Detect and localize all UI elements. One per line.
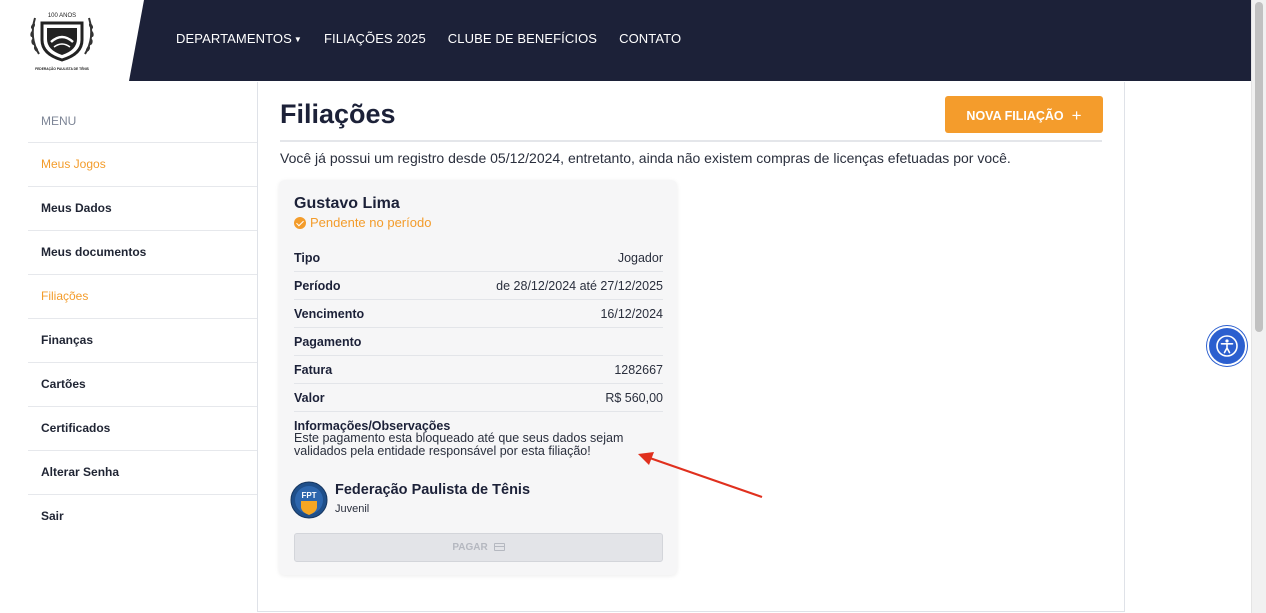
sidebar-item-financas[interactable]: Finanças	[28, 319, 257, 363]
svg-text:100 ANOS: 100 ANOS	[48, 13, 76, 19]
nav-filiacoes-2025[interactable]: FILIAÇÕES 2025	[324, 31, 426, 46]
main-panel: Filiações NOVA FILIAÇÃO + Você já possui …	[257, 82, 1125, 612]
scrollbar-thumb[interactable]	[1255, 2, 1263, 332]
sidebar-item-meus-documentos[interactable]: Meus documentos	[28, 231, 257, 275]
detail-value: 1282667	[614, 362, 663, 377]
main-nav: DEPARTAMENTOS ▼ FILIAÇÕES 2025 CLUBE DE B…	[176, 31, 703, 46]
sidebar-title: MENU	[28, 99, 257, 143]
fpt-crest-icon: 100 ANOS FEDERAÇÃO PAULISTA DE TÊNIS	[30, 13, 94, 71]
detail-key: Fatura	[294, 362, 333, 377]
page-title: Filiações	[280, 99, 396, 129]
member-name: Gustavo Lima	[294, 195, 400, 212]
caret-down-icon: ▼	[293, 35, 302, 44]
nav-departamentos-label: DEPARTAMENTOS	[176, 31, 292, 46]
top-header: 100 ANOS FEDERAÇÃO PAULISTA DE TÊNIS DEP…	[0, 0, 1251, 81]
detail-value: R$ 560,00	[605, 390, 663, 405]
detail-row-vencimento: Vencimento 16/12/2024	[294, 300, 663, 328]
detail-key: Tipo	[294, 250, 321, 265]
organization-category: Juvenil	[335, 503, 370, 515]
status-badge: Pendente no período	[294, 215, 431, 230]
detail-key: Vencimento	[294, 306, 365, 321]
svg-text:FEDERAÇÃO PAULISTA DE TÊNIS: FEDERAÇÃO PAULISTA DE TÊNIS	[35, 66, 90, 71]
detail-value: Jogador	[617, 250, 663, 265]
nav-contato[interactable]: CONTATO	[619, 31, 681, 46]
status-text: Pendente no período	[310, 215, 432, 230]
detail-row-tipo: Tipo Jogador	[294, 244, 663, 272]
detail-key: Pagamento	[294, 334, 362, 349]
nav-clube-beneficios[interactable]: CLUBE DE BENEFÍCIOS	[448, 31, 597, 46]
nav-departamentos[interactable]: DEPARTAMENTOS ▼	[176, 31, 302, 46]
detail-row-pagamento: Pagamento	[294, 328, 663, 356]
fpt-org-logo-icon: FPT	[290, 481, 328, 519]
nova-filiacao-label: NOVA FILIAÇÃO	[966, 109, 1064, 123]
logo[interactable]: 100 ANOS FEDERAÇÃO PAULISTA DE TÊNIS	[0, 0, 144, 81]
sidebar-item-meus-jogos[interactable]: Meus Jogos	[28, 143, 257, 187]
details-table: Tipo Jogador Período de 28/12/2024 até 27/…	[294, 244, 663, 412]
svg-text:FPT: FPT	[301, 491, 316, 500]
sidebar-item-filiacoes[interactable]: Filiações	[28, 275, 257, 319]
sidebar-item-cartoes[interactable]: Cartões	[28, 363, 257, 407]
info-message: Você já possui um registro desde 05/12/2…	[280, 150, 1011, 166]
accessibility-button[interactable]	[1207, 326, 1247, 366]
detail-value: 16/12/2024	[600, 306, 663, 321]
detail-key: Período	[294, 278, 341, 293]
detail-key: Valor	[294, 390, 325, 405]
nova-filiacao-button[interactable]: NOVA FILIAÇÃO +	[945, 96, 1103, 133]
credit-card-icon	[493, 543, 505, 551]
accessibility-icon	[1216, 335, 1238, 357]
pay-button[interactable]: PAGAR	[294, 533, 663, 562]
page-scrollbar[interactable]	[1251, 0, 1266, 613]
observations-text: Este pagamento esta bloqueado até que se…	[294, 431, 624, 458]
plus-icon: +	[1071, 106, 1082, 125]
detail-row-fatura: Fatura 1282667	[294, 356, 663, 384]
check-circle-icon	[294, 216, 306, 229]
title-divider	[280, 140, 1102, 142]
organization-name: Federação Paulista de Tênis	[335, 482, 531, 498]
sidebar-item-alterar-senha[interactable]: Alterar Senha	[28, 451, 257, 495]
annotation-arrow-icon	[638, 452, 763, 499]
pay-button-label: PAGAR	[452, 542, 488, 553]
filiacao-card: Gustavo Lima Pendente no período Tipo Jog…	[279, 180, 677, 575]
sidebar-item-meus-dados[interactable]: Meus Dados	[28, 187, 257, 231]
sidebar-menu: MENU Meus Jogos Meus Dados Meus document…	[28, 99, 257, 539]
detail-row-periodo: Período de 28/12/2024 até 27/12/2025	[294, 272, 663, 300]
detail-row-valor: Valor R$ 560,00	[294, 384, 663, 412]
detail-value: de 28/12/2024 até 27/12/2025	[496, 278, 663, 293]
sidebar-item-certificados[interactable]: Certificados	[28, 407, 257, 451]
sidebar-item-sair[interactable]: Sair	[28, 495, 257, 539]
